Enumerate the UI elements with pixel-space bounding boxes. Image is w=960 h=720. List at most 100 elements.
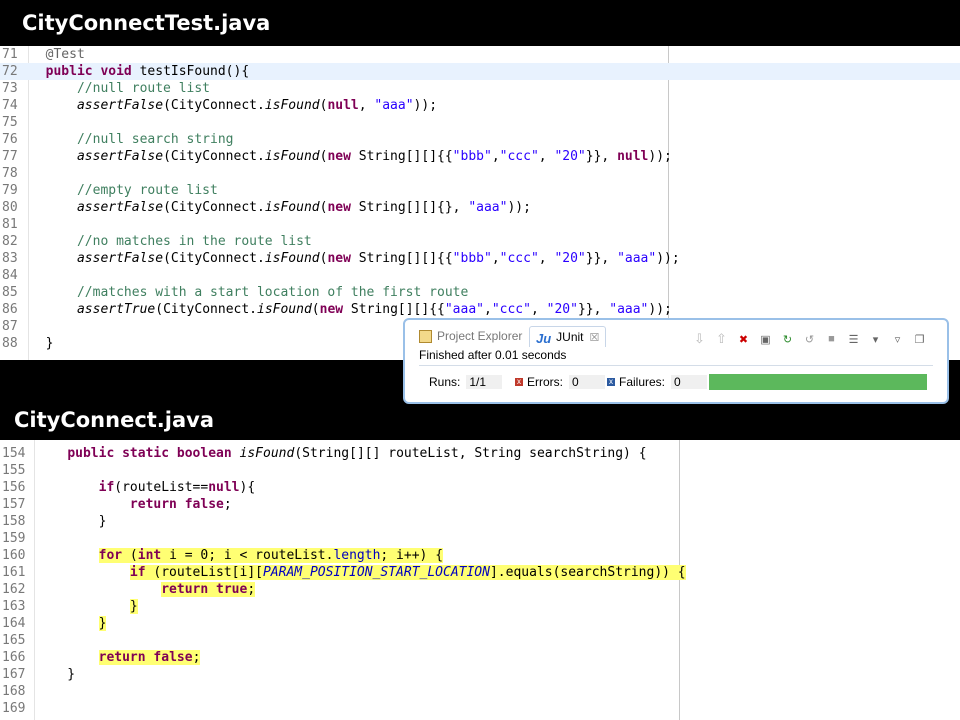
code-line[interactable]: 156 if(routeList==null){ (0, 479, 960, 496)
code-line[interactable]: 77 assertFalse(CityConnect.isFound(new S… (0, 148, 960, 165)
code-text: if (routeList[i][PARAM_POSITION_START_LO… (129, 565, 686, 580)
test-run-history-icon[interactable]: ☰ (846, 332, 861, 347)
folder-icon (419, 329, 432, 343)
junit-tab-bar: Project Explorer Ju JUnit ☒ ⇩ ⇧ ✖ ▣ ↻ ↺ … (411, 324, 941, 348)
code-text: //no matches in the route list (30, 234, 312, 249)
rerun-test-icon[interactable]: ↻ (780, 332, 795, 347)
next-failure-icon[interactable]: ⇩ (692, 331, 707, 347)
line-number: 157 (2, 497, 26, 512)
line-number: 86 (2, 302, 18, 317)
code-line[interactable]: 76 //null search string (0, 131, 960, 148)
maximize-icon[interactable]: ❐ (912, 332, 927, 347)
code-text: return true; (161, 582, 256, 597)
code-text: //matches with a start location of the f… (30, 285, 469, 300)
code-text: return false; (129, 497, 232, 512)
line-number: 167 (2, 667, 26, 682)
line-number: 76 (2, 132, 18, 147)
code-text: assertFalse(CityConnect.isFound(new Stri… (76, 200, 531, 215)
code-text: } (98, 616, 107, 631)
code-text: if(routeList==null){ (98, 480, 256, 495)
tab-junit[interactable]: Ju JUnit ☒ (529, 326, 607, 347)
line-number: 77 (2, 149, 18, 164)
failures-label: Failures: (619, 375, 666, 389)
errors-label: Errors: (527, 375, 563, 389)
test-code-editor[interactable]: 71 @Test 72 public void testIsFound(){73 … (0, 46, 960, 360)
line-number: 158 (2, 514, 26, 529)
code-line[interactable]: 163 } (0, 598, 960, 615)
code-line[interactable]: 85 //matches with a start location of th… (0, 284, 960, 301)
code-text: assertFalse(CityConnect.isFound(new Stri… (76, 251, 680, 266)
code-line[interactable]: 165 (0, 632, 960, 649)
code-line[interactable]: 73 //null route list (0, 80, 960, 97)
code-line[interactable]: 75 (0, 114, 960, 131)
top-file-title: CityConnectTest.java (22, 11, 271, 35)
code-line[interactable]: 72 public void testIsFound(){ (0, 63, 960, 80)
line-number: 83 (2, 251, 18, 266)
code-line[interactable]: 157 return false; (0, 496, 960, 513)
code-text: public static boolean isFound(String[][]… (67, 446, 647, 461)
code-line[interactable]: 158 } (0, 513, 960, 530)
code-line[interactable]: 154 public static boolean isFound(String… (0, 445, 960, 462)
code-line[interactable]: 80 assertFalse(CityConnect.isFound(new S… (0, 199, 960, 216)
code-text: assertFalse(CityConnect.isFound(null, "a… (76, 98, 438, 113)
stop-icon[interactable]: ■ (824, 332, 839, 347)
code-text: //null search string (30, 132, 234, 147)
line-number: 84 (2, 268, 18, 283)
code-line[interactable]: 74 assertFalse(CityConnect.isFound(null,… (0, 97, 960, 114)
code-line[interactable]: 82 //no matches in the route list (0, 233, 960, 250)
line-number: 162 (2, 582, 26, 597)
previous-failure-icon[interactable]: ⇧ (714, 331, 729, 347)
code-text: } (36, 667, 76, 682)
code-line[interactable]: 83 assertFalse(CityConnect.isFound(new S… (0, 250, 960, 267)
code-line[interactable]: 167 } (0, 666, 960, 683)
line-number: 169 (2, 701, 26, 716)
failures-value: 0 (671, 375, 708, 389)
scroll-lock-icon[interactable]: ▣ (758, 332, 773, 347)
failure-icon: x (607, 377, 615, 386)
line-number: 79 (2, 183, 18, 198)
top-file-banner: CityConnectTest.java (0, 0, 960, 46)
chevron-down-icon[interactable]: ▾ (868, 332, 883, 347)
line-number: 78 (2, 166, 18, 181)
errors-value: 0 (569, 375, 605, 389)
line-number: 155 (2, 463, 26, 478)
errors-counter: x Errors: 0 (515, 375, 605, 389)
line-number: 156 (2, 480, 26, 495)
code-line[interactable]: 84 (0, 267, 960, 284)
line-number: 75 (2, 115, 18, 130)
line-number: 73 (2, 81, 18, 96)
junit-toolbar: ⇩ ⇧ ✖ ▣ ↻ ↺ ■ ☰ ▾ ▿ ❐ (692, 330, 927, 348)
source-code-editor[interactable]: 154 public static boolean isFound(String… (0, 440, 960, 720)
tab-project-explorer[interactable]: Project Explorer (419, 326, 522, 346)
code-line[interactable]: 166 return false; (0, 649, 960, 666)
code-line[interactable]: 79 //empty route list (0, 182, 960, 199)
code-line[interactable]: 81 (0, 216, 960, 233)
line-number: 154 (2, 446, 26, 461)
code-text: for (int i = 0; i < routeList.length; i+… (98, 548, 444, 563)
code-line[interactable]: 78 (0, 165, 960, 182)
code-line[interactable]: 86 assertTrue(CityConnect.isFound(new St… (0, 301, 960, 318)
code-text: public void testIsFound(){ (45, 64, 250, 79)
runs-label: Runs: (429, 375, 461, 389)
code-line[interactable]: 164 } (0, 615, 960, 632)
code-line[interactable]: 161 if (routeList[i][PARAM_POSITION_STAR… (0, 564, 960, 581)
line-number: 71 (2, 47, 18, 62)
show-failures-only-icon[interactable]: ✖ (736, 332, 751, 347)
code-line[interactable]: 160 for (int i = 0; i < routeList.length… (0, 547, 960, 564)
view-menu-icon[interactable]: ▿ (890, 332, 905, 347)
code-line[interactable]: 71 @Test (0, 46, 960, 63)
code-line[interactable]: 155 (0, 462, 960, 479)
code-line[interactable]: 162 return true; (0, 581, 960, 598)
line-number: 165 (2, 633, 26, 648)
rerun-failed-first-icon[interactable]: ↺ (802, 332, 817, 347)
code-line[interactable]: 169 (0, 700, 960, 717)
close-icon[interactable]: ☒ (590, 331, 600, 344)
code-text: } (36, 514, 107, 529)
code-text: assertFalse(CityConnect.isFound(new Stri… (76, 149, 672, 164)
code-text: @Test (45, 47, 85, 62)
code-line[interactable]: 168 (0, 683, 960, 700)
line-number: 168 (2, 684, 26, 699)
code-line[interactable]: 159 (0, 530, 960, 547)
junit-icon: Ju (536, 330, 552, 346)
test-progress-bar (709, 374, 927, 390)
